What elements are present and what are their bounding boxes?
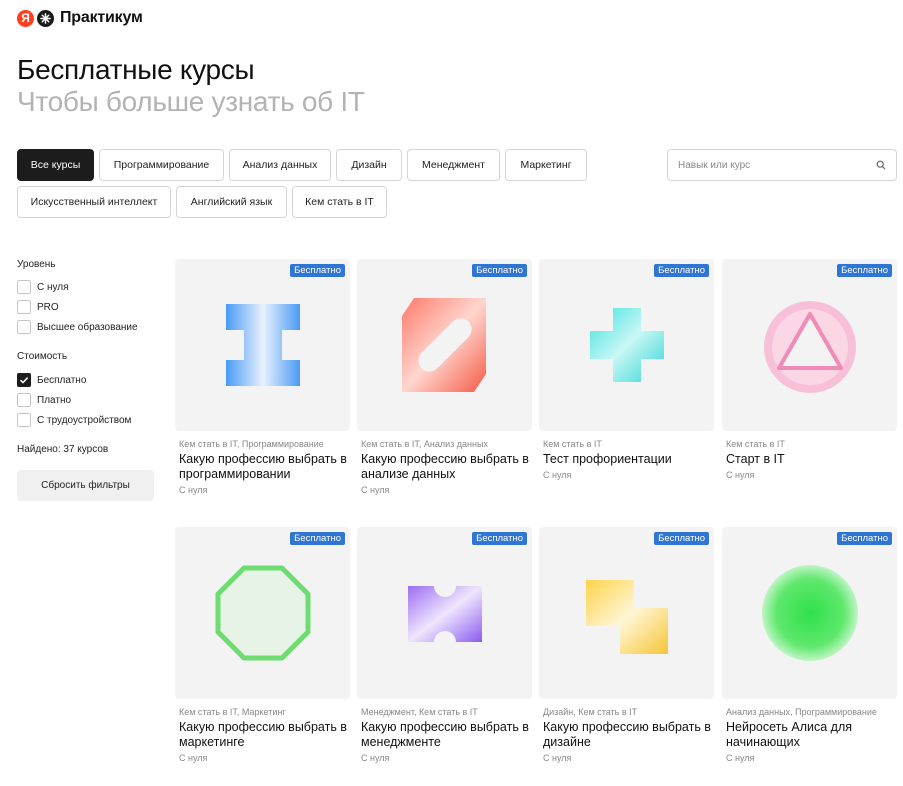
pill-square-icon: [401, 298, 486, 392]
free-badge: Бесплатно: [837, 264, 892, 277]
course-level: С нуля: [361, 753, 390, 763]
course-card[interactable]: Бесплатно Анализ данных, Программировани…: [722, 527, 897, 763]
checkbox-label: Бесплатно: [37, 374, 87, 386]
reset-filters-button[interactable]: Сбросить фильтры: [17, 470, 154, 501]
page-subtitle: Чтобы больше узнать об IT: [17, 86, 365, 117]
free-badge: Бесплатно: [290, 264, 345, 277]
notched-rect-icon: [407, 586, 482, 642]
course-level: С нуля: [726, 470, 755, 480]
cost-heading: Стоимость: [17, 351, 68, 362]
cost-option[interactable]: Платно: [17, 393, 71, 407]
chip-marketing[interactable]: Маркетинг: [505, 149, 587, 181]
course-title[interactable]: Какую профессию выбрать в анализе данных: [357, 452, 532, 482]
course-category: Кем стать в IT: [726, 439, 785, 449]
course-title[interactable]: Тест профориентации: [539, 452, 714, 467]
course-title[interactable]: Нейросеть Алиса для начинающих: [722, 720, 897, 750]
free-badge: Бесплатно: [472, 264, 527, 277]
page-title: Бесплатные курсы: [17, 54, 255, 85]
course-category: Дизайн, Кем стать в IT: [543, 707, 638, 717]
found-count: Найдено: 37 курсов: [17, 444, 109, 455]
free-badge: Бесплатно: [654, 532, 709, 545]
checkbox-label: PRO: [37, 301, 59, 313]
yandex-logo-icon: Я: [17, 9, 34, 27]
practicum-star-icon: [37, 9, 54, 27]
course-title[interactable]: Какую профессию выбрать в программирован…: [175, 452, 350, 482]
course-level: С нуля: [179, 485, 208, 495]
triangle-ring-icon: [763, 301, 856, 393]
course-image: Бесплатно: [175, 527, 350, 699]
course-card[interactable]: Бесплатно Кем стать в IT, Анализ данных …: [357, 259, 532, 495]
course-category: Кем стать в IT, Анализ данных: [361, 439, 488, 449]
chip-all-courses[interactable]: Все курсы: [17, 149, 94, 181]
step-shape-icon: [585, 580, 668, 654]
course-image: Бесплатно: [539, 527, 714, 699]
course-image: Бесплатно: [357, 259, 532, 431]
logo-text: Практикум: [60, 9, 143, 26]
course-card[interactable]: Бесплатно Кем стать в IT, Программирован…: [175, 259, 350, 495]
checkbox-label: С трудоустройством: [37, 414, 132, 426]
checkbox-checked[interactable]: [17, 373, 31, 387]
cost-option[interactable]: С трудоустройством: [17, 413, 131, 427]
checkbox[interactable]: [17, 320, 31, 334]
course-category: Анализ данных, Программирование: [726, 707, 877, 717]
checkbox-label: Высшее образование: [37, 321, 138, 333]
course-level: С нуля: [179, 753, 208, 763]
course-title[interactable]: Какую профессию выбрать в маркетинге: [175, 720, 350, 750]
i-beam-icon: [225, 304, 300, 386]
checkbox[interactable]: [17, 413, 31, 427]
course-title[interactable]: Какую профессию выбрать в менеджменте: [357, 720, 532, 750]
course-level: С нуля: [726, 753, 755, 763]
course-card[interactable]: Бесплатно Кем стать в IT Старт в IT С ну…: [722, 259, 897, 480]
course-category: Кем стать в IT: [543, 439, 602, 449]
plus-icon: [589, 308, 664, 382]
course-card[interactable]: Бесплатно Кем стать в IT Тест профориент…: [539, 259, 714, 480]
logo[interactable]: Я Практикум: [17, 9, 143, 27]
course-category: Кем стать в IT, Маркетинг: [179, 707, 286, 717]
checkbox-label: С нуля: [37, 281, 69, 293]
course-level: С нуля: [543, 753, 572, 763]
course-category: Кем стать в IT, Программирование: [179, 439, 324, 449]
level-option[interactable]: С нуля: [17, 280, 69, 294]
course-category: Менеджмент, Кем стать в IT: [361, 707, 478, 717]
search-input[interactable]: [678, 159, 876, 171]
search-box[interactable]: [667, 149, 897, 181]
course-level: С нуля: [543, 470, 572, 480]
chip-become-it[interactable]: Кем стать в IT: [292, 186, 387, 218]
search-icon[interactable]: [876, 160, 886, 170]
free-badge: Бесплатно: [654, 264, 709, 277]
check-icon: [19, 377, 29, 384]
course-card[interactable]: Бесплатно Дизайн, Кем стать в IT Какую п…: [539, 527, 714, 763]
level-heading: Уровень: [17, 259, 56, 270]
course-title[interactable]: Старт в IT: [722, 452, 897, 467]
glow-circle-icon: [761, 565, 858, 661]
course-image: Бесплатно: [539, 259, 714, 431]
course-image: Бесплатно: [722, 527, 897, 699]
chip-english[interactable]: Английский язык: [176, 186, 287, 218]
chip-management[interactable]: Менеджмент: [407, 149, 500, 181]
checkbox[interactable]: [17, 393, 31, 407]
chip-programming[interactable]: Программирование: [99, 149, 224, 181]
checkbox[interactable]: [17, 300, 31, 314]
free-badge: Бесплатно: [837, 532, 892, 545]
free-badge: Бесплатно: [290, 532, 345, 545]
course-image: Бесплатно: [722, 259, 897, 431]
course-level: С нуля: [361, 485, 390, 495]
course-image: Бесплатно: [175, 259, 350, 431]
chip-data-analysis[interactable]: Анализ данных: [229, 149, 331, 181]
free-badge: Бесплатно: [472, 532, 527, 545]
course-card[interactable]: Бесплатно Кем стать в IT, Маркетинг Каку…: [175, 527, 350, 763]
level-option[interactable]: Высшее образование: [17, 320, 138, 334]
level-option[interactable]: PRO: [17, 300, 59, 314]
course-title[interactable]: Какую профессию выбрать в дизайне: [539, 720, 714, 750]
checkbox[interactable]: [17, 280, 31, 294]
chip-design[interactable]: Дизайн: [336, 149, 402, 181]
course-image: Бесплатно: [357, 527, 532, 699]
octagon-icon: [215, 565, 310, 661]
cost-option[interactable]: Бесплатно: [17, 373, 86, 387]
checkbox-label: Платно: [37, 394, 72, 406]
chip-ai[interactable]: Искусственный интеллект: [17, 186, 171, 218]
course-card[interactable]: Бесплатно Менеджмент, Кем стать в IT Как…: [357, 527, 532, 763]
